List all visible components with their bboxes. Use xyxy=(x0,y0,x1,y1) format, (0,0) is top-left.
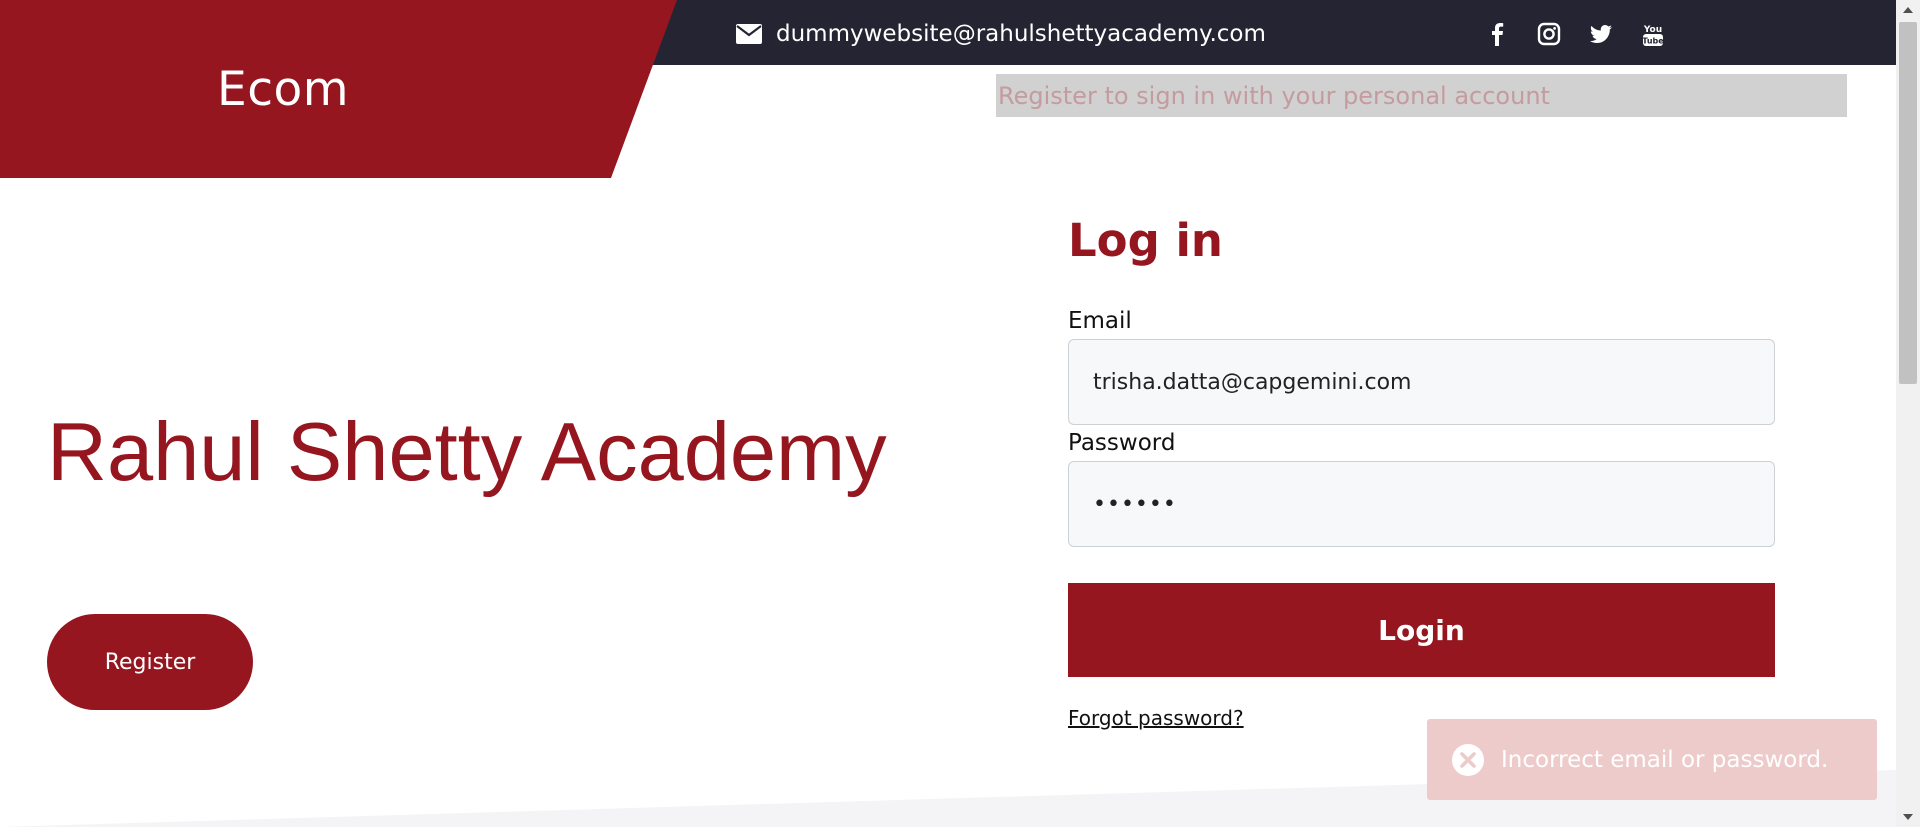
brand-title[interactable]: Ecom xyxy=(217,62,349,117)
login-page: dummywebsite@rahulshettyacademy.com You … xyxy=(0,0,1920,827)
scroll-up-arrow-icon[interactable] xyxy=(1896,0,1920,20)
scrollbar-thumb[interactable] xyxy=(1899,22,1917,384)
password-field[interactable]: •••••• xyxy=(1068,461,1775,547)
youtube-icon[interactable]: You Tube xyxy=(1640,21,1666,47)
forgot-password-link[interactable]: Forgot password? xyxy=(1068,706,1244,730)
error-toast-message: Incorrect email or password. xyxy=(1501,746,1829,773)
password-field-value: •••••• xyxy=(1093,491,1177,517)
instagram-icon[interactable] xyxy=(1536,21,1562,47)
email-field-value: trisha.datta@capgemini.com xyxy=(1093,369,1412,395)
svg-text:Tube: Tube xyxy=(1642,37,1664,46)
password-label: Password xyxy=(1068,430,1176,456)
close-circle-icon[interactable] xyxy=(1451,743,1485,777)
vertical-scrollbar[interactable] xyxy=(1896,0,1920,827)
social-links: You Tube xyxy=(1484,20,1666,48)
login-button[interactable]: Login xyxy=(1068,583,1775,677)
twitter-icon[interactable] xyxy=(1588,21,1614,47)
contact-email-text: dummywebsite@rahulshettyacademy.com xyxy=(776,21,1266,47)
envelope-icon xyxy=(736,24,762,44)
error-toast[interactable]: Incorrect email or password. xyxy=(1427,719,1877,800)
email-label: Email xyxy=(1068,308,1132,334)
hero-title: Rahul Shetty Academy xyxy=(47,405,887,498)
scroll-down-arrow-icon[interactable] xyxy=(1896,807,1920,827)
login-heading: Log in xyxy=(1068,214,1223,267)
register-button[interactable]: Register xyxy=(47,614,253,710)
contact-email: dummywebsite@rahulshettyacademy.com xyxy=(736,18,1266,50)
facebook-icon[interactable] xyxy=(1484,21,1510,47)
email-field[interactable]: trisha.datta@capgemini.com xyxy=(1068,339,1775,425)
svg-text:You: You xyxy=(1643,25,1662,35)
register-banner: Register to sign in with your personal a… xyxy=(996,74,1847,117)
